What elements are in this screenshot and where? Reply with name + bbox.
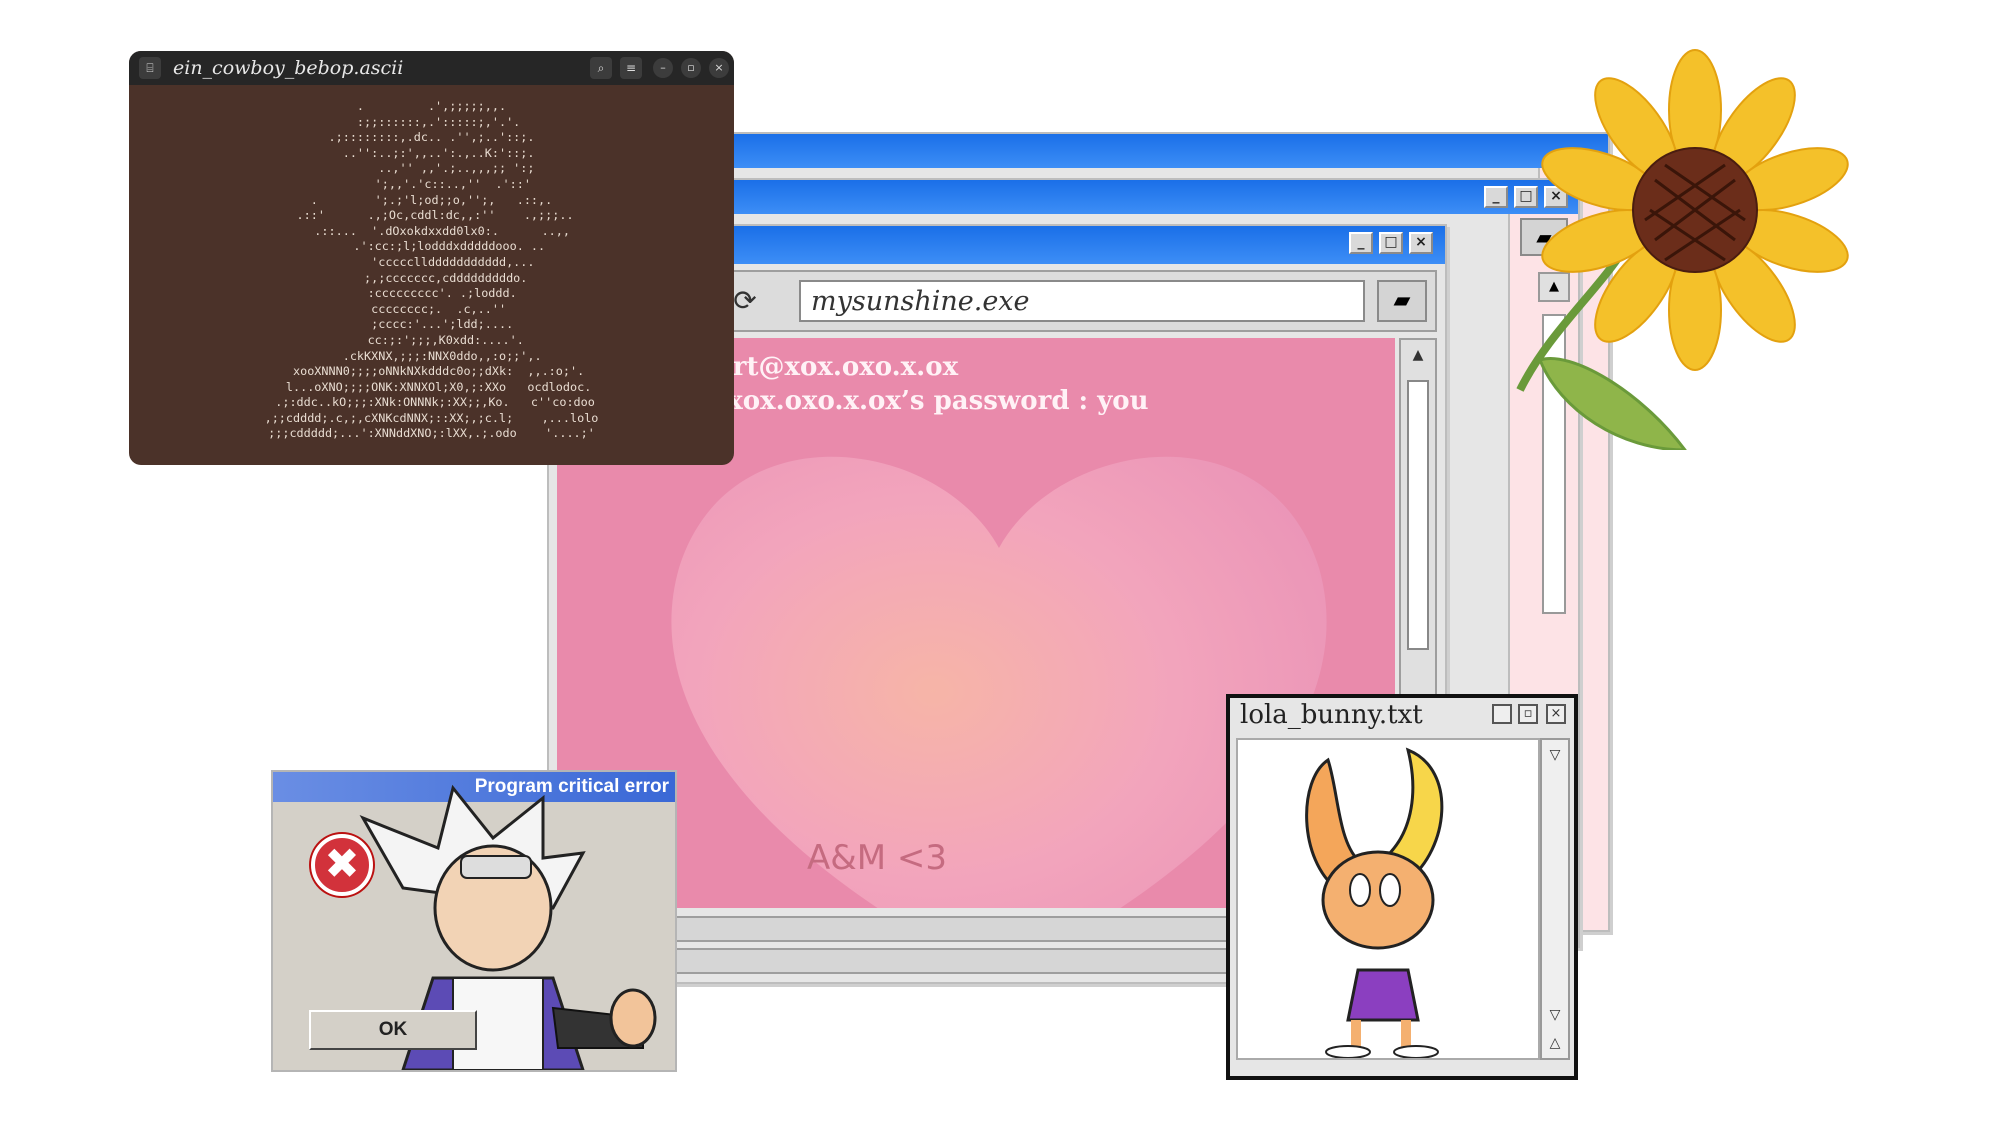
lola-window-title: lola_bunny.txt: [1240, 700, 1423, 730]
terminal-titlebar: ⌸ ein_cowboy_bebop.ascii ⌕ ≡ – ▫ ×: [129, 51, 734, 85]
lola-image-area: [1236, 738, 1540, 1060]
sunflower-image: [1516, 49, 1849, 450]
menu-icon[interactable]: ≡: [620, 57, 642, 79]
address-bar[interactable]: mysunshine.exe: [799, 280, 1365, 322]
signature-text: A&M <3: [807, 838, 948, 878]
maximize-button[interactable]: □: [1379, 232, 1403, 254]
close-button[interactable]: ×: [1409, 232, 1433, 254]
close-button[interactable]: ×: [1546, 704, 1566, 724]
minimize-button[interactable]: _: [1349, 232, 1373, 254]
scroll-down-icon[interactable]: ▽: [1544, 744, 1566, 766]
scroll-down-icon[interactable]: ▽: [1544, 1004, 1566, 1026]
background-window-1-titlebar: [722, 134, 1608, 168]
close-icon[interactable]: ×: [709, 58, 729, 78]
lola-bunny-illustration: [1305, 747, 1444, 1059]
lola-bunny-window: lola_bunny.txt ▫ × ▽ ▽ △: [1226, 694, 1578, 1080]
ascii-art: . .',;;;;;,,. :;;::::::,.':::::;,'.'. .;…: [264, 99, 599, 441]
maximize-button[interactable]: ▫: [1518, 704, 1538, 724]
minimize-button[interactable]: [1492, 704, 1512, 724]
lola-vertical-scrollbar[interactable]: ▽ ▽ △: [1540, 738, 1570, 1060]
terminal-app-icon: ⌸: [139, 57, 161, 79]
scrollbar-thumb[interactable]: [1407, 380, 1429, 650]
minimize-icon[interactable]: –: [653, 58, 673, 78]
error-dialog: Program critical error ✖ OK: [271, 770, 677, 1072]
maximize-icon[interactable]: ▫: [681, 58, 701, 78]
scroll-up-icon[interactable]: ▲: [1404, 344, 1432, 368]
terminal-window: ⌸ ein_cowboy_bebop.ascii ⌕ ≡ – ▫ × . .',…: [129, 51, 734, 465]
background-window-2-titlebar: _ □ ×: [692, 180, 1578, 214]
terminal-title: ein_cowboy_bebop.ascii: [173, 57, 404, 79]
ok-button[interactable]: OK: [309, 1010, 477, 1050]
scroll-up-icon[interactable]: △: [1544, 1032, 1566, 1054]
folder-icon[interactable]: ▰: [1377, 280, 1427, 322]
search-icon[interactable]: ⌕: [590, 57, 612, 79]
